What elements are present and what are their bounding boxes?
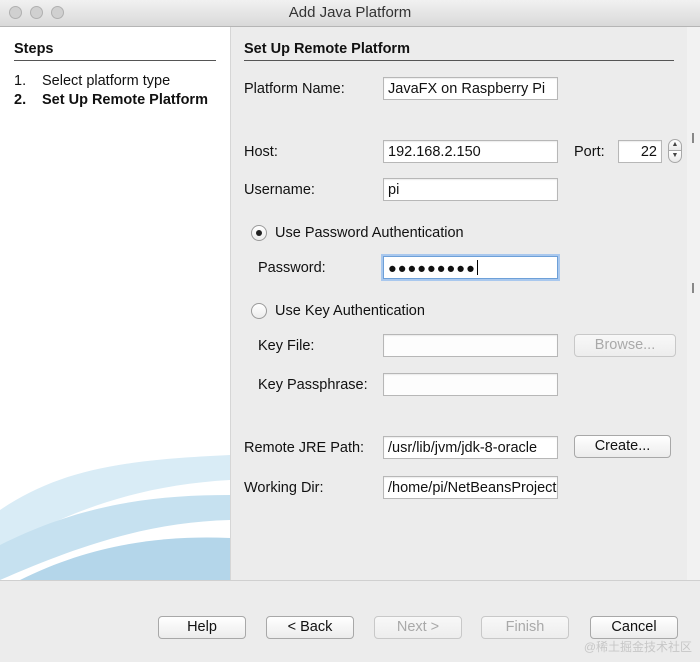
password-field[interactable]: ●●●●●●●●● (383, 256, 558, 279)
scroll-indicator (692, 133, 694, 143)
working-dir-label: Working Dir: (244, 480, 324, 496)
step-label: Select platform type (42, 73, 171, 89)
key-file-field[interactable] (383, 334, 558, 357)
title-bar: Add Java Platform (0, 0, 700, 27)
jre-path-label: Remote JRE Path: (244, 440, 365, 456)
help-button[interactable]: Help (158, 616, 246, 639)
host-field[interactable]: 192.168.2.150 (383, 140, 558, 163)
steps-panel: Steps 1. Select platform type 2. Set Up … (0, 27, 231, 580)
create-button[interactable]: Create... (574, 435, 671, 458)
key-passphrase-label: Key Passphrase: (258, 377, 368, 393)
scrollbar[interactable] (687, 27, 700, 580)
back-button[interactable]: < Back (266, 616, 354, 639)
step-number: 1. (14, 73, 27, 89)
finish-button[interactable]: Finish (481, 616, 569, 639)
watermark: @稀土掘金技术社区 (583, 640, 692, 654)
key-auth-radio[interactable] (251, 303, 267, 319)
password-auth-label[interactable]: Use Password Authentication (275, 225, 464, 241)
section-title: Set Up Remote Platform (244, 41, 674, 61)
key-auth-label[interactable]: Use Key Authentication (275, 303, 425, 319)
username-field[interactable]: pi (383, 178, 558, 201)
cancel-button[interactable]: Cancel (590, 616, 678, 639)
step-label: Set Up Remote Platform (42, 92, 208, 108)
key-passphrase-field[interactable] (383, 373, 558, 396)
port-stepper[interactable]: ▲ ▼ (668, 139, 682, 163)
decorative-swoosh-graphic (0, 455, 230, 580)
password-label: Password: (258, 260, 326, 276)
password-auth-radio[interactable] (251, 225, 267, 241)
port-label: Port: (574, 144, 605, 160)
browse-button[interactable]: Browse... (574, 334, 676, 357)
step-number: 2. (14, 92, 27, 108)
scroll-indicator (692, 283, 694, 293)
platform-name-field[interactable]: JavaFX on Raspberry Pi (383, 77, 558, 100)
working-dir-field[interactable]: /home/pi/NetBeansProjects (383, 476, 558, 499)
platform-name-label: Platform Name: (244, 81, 345, 97)
decrement-icon[interactable]: ▼ (668, 151, 682, 163)
text-caret (476, 260, 478, 275)
window-title: Add Java Platform (288, 4, 412, 21)
steps-heading: Steps (14, 41, 216, 61)
username-label: Username: (244, 182, 315, 198)
port-field[interactable]: 22 (618, 140, 662, 163)
host-label: Host: (244, 144, 278, 160)
remote-platform-form: Set Up Remote Platform Platform Name: Ja… (231, 27, 687, 580)
add-java-platform-dialog: Add Java Platform Steps 1. Select platfo… (0, 0, 700, 662)
jre-path-field[interactable]: /usr/lib/jvm/jdk-8-oracle (383, 436, 558, 459)
increment-icon[interactable]: ▲ (668, 139, 682, 151)
next-button[interactable]: Next > (374, 616, 462, 639)
password-mask: ●●●●●●●●● (388, 261, 476, 277)
key-file-label: Key File: (258, 338, 315, 354)
